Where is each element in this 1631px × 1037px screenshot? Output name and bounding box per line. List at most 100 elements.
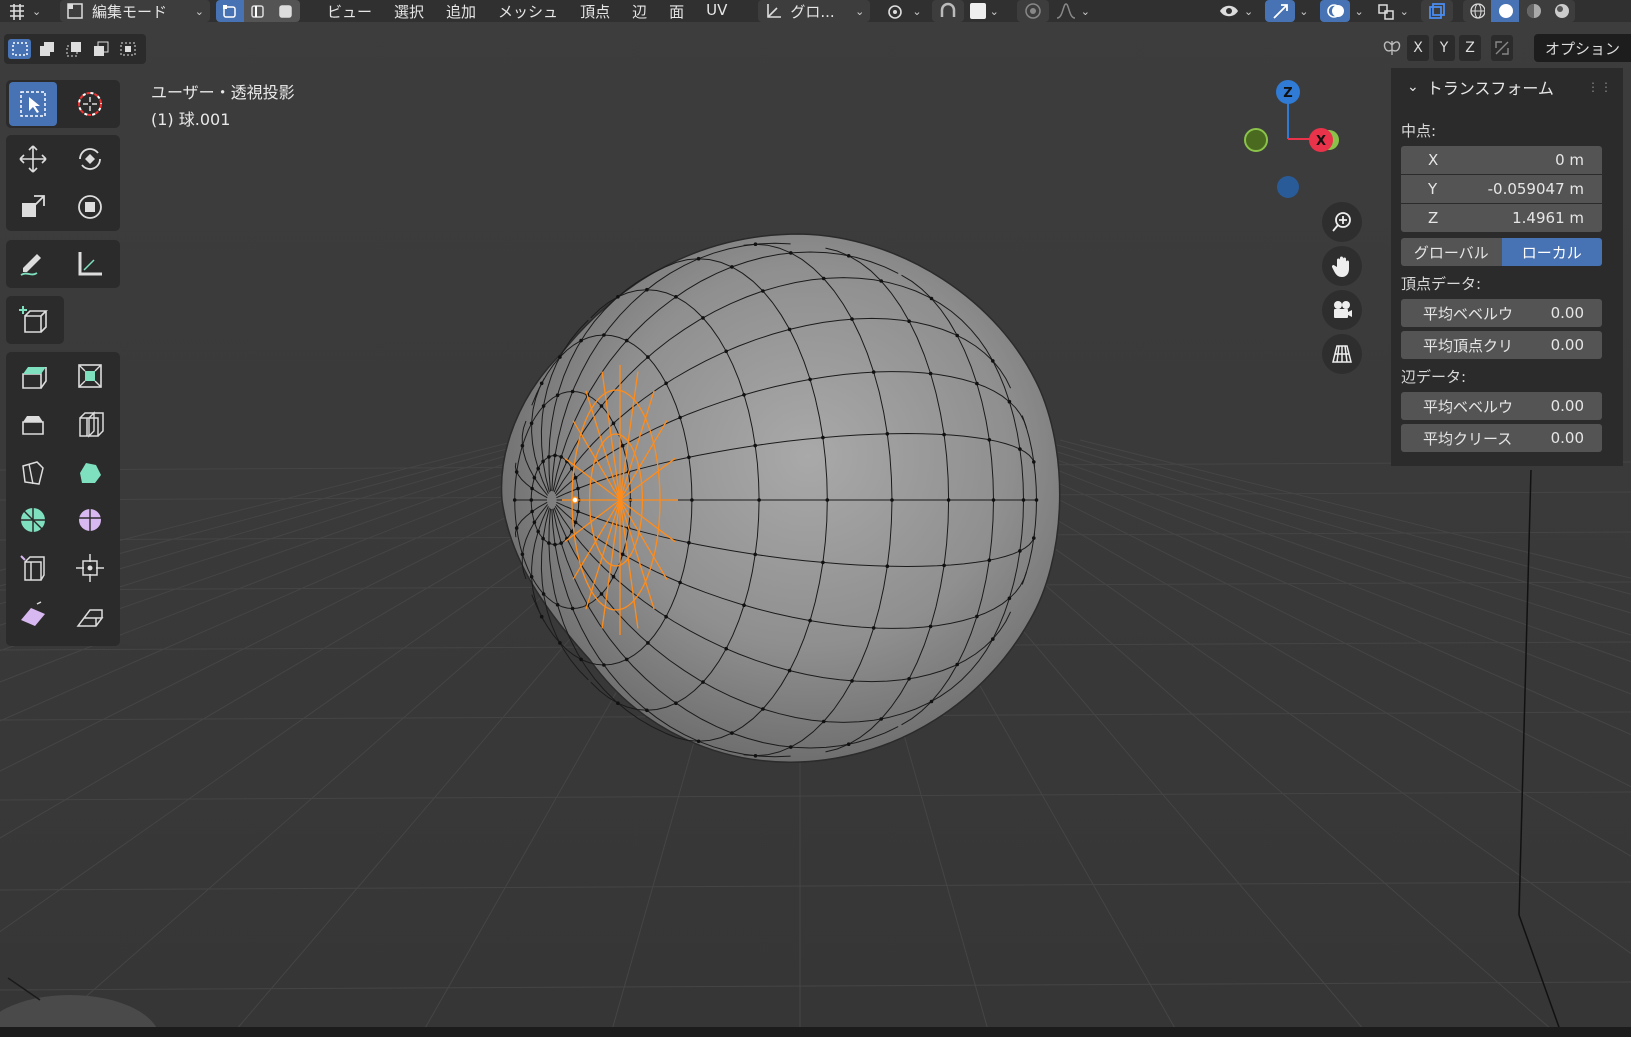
loop-cut-tool[interactable]: [66, 402, 114, 446]
chevron-down-icon[interactable]: ⌄: [1299, 5, 1308, 18]
vertex-crease-field[interactable]: 平均頂点クリ 0.00: [1401, 331, 1602, 359]
edge-slide-tool[interactable]: [9, 546, 57, 590]
material-shading-button[interactable]: [1518, 0, 1547, 22]
spin-tool[interactable]: [9, 498, 57, 542]
options-dropdown[interactable]: オプション: [1534, 34, 1631, 62]
edit-mode-icon: [67, 3, 83, 19]
shrink-fatten-tool[interactable]: [66, 546, 114, 590]
x-field-value: 0 m: [1555, 151, 1584, 169]
pan-view-button[interactable]: [1322, 246, 1362, 286]
edge-bevel-weight-field[interactable]: 平均ベベルウ 0.00: [1401, 392, 1602, 420]
median-z-field[interactable]: Z 1.4961 m: [1401, 204, 1602, 232]
editor-type-button[interactable]: ⌄: [0, 0, 52, 22]
menu-view[interactable]: ビュー: [316, 1, 383, 22]
poly-build-tool[interactable]: [66, 450, 114, 494]
sidebar-item-panel: ⌄ トランスフォーム ⋮⋮ 中点: X 0 m Y -0.059047 m Z 1.4…: [1391, 68, 1623, 466]
gizmo-x-label: X: [1316, 134, 1326, 149]
measure-tool[interactable]: [66, 242, 114, 286]
mesh-edit-overlay-dropdown[interactable]: ⌄: [1370, 0, 1415, 22]
median-y-field[interactable]: Y -0.059047 m: [1401, 175, 1602, 203]
select-invert-button[interactable]: [89, 39, 112, 59]
select-extend-button[interactable]: [35, 39, 58, 59]
menu-uv[interactable]: UV: [695, 1, 738, 22]
y-field-value: -0.059047 m: [1487, 180, 1584, 198]
chevron-down-icon[interactable]: ⌄: [1354, 5, 1363, 18]
camera-view-button[interactable]: [1322, 290, 1362, 330]
menu-mesh[interactable]: メッシュ: [487, 1, 569, 22]
mode-dropdown[interactable]: 編集モード ⌄: [60, 0, 210, 22]
header-menus: ビュー 選択 追加 メッシュ 頂点 辺 面 UV: [316, 1, 738, 22]
menu-vertex[interactable]: 頂点: [569, 1, 621, 22]
overlay-icon: [1327, 4, 1345, 18]
local-button[interactable]: ローカル: [1501, 238, 1602, 266]
menu-edge[interactable]: 辺: [621, 1, 658, 22]
zoom-view-button[interactable]: [1322, 202, 1362, 242]
mirror-x-button[interactable]: X: [1407, 35, 1429, 61]
mirror-z-button[interactable]: Z: [1459, 35, 1481, 61]
add-cube-tool[interactable]: [9, 298, 57, 342]
cursor-tool[interactable]: [66, 82, 114, 126]
menu-select[interactable]: 選択: [383, 1, 435, 22]
menu-add[interactable]: 追加: [435, 1, 487, 22]
median-x-field[interactable]: X 0 m: [1401, 146, 1602, 174]
falloff-dropdown[interactable]: ⌄: [1049, 0, 1096, 22]
topology-mirror-button[interactable]: [1491, 35, 1513, 61]
scale-tool[interactable]: [9, 185, 57, 229]
transform-tool[interactable]: [66, 185, 114, 229]
select-box-tool[interactable]: [9, 82, 57, 126]
extrude-tool[interactable]: [9, 354, 57, 398]
viewport-scene[interactable]: [0, 0, 1631, 1037]
solid-shading-button[interactable]: [1490, 0, 1519, 22]
drag-handle-icon[interactable]: ⋮⋮: [1587, 80, 1613, 94]
edge-bevel-weight-label: 平均ベベルウ: [1423, 397, 1514, 416]
3d-viewport[interactable]: ⌄ 編集モード ⌄ ビュー 選択 追加 メッシュ 頂点 辺 面 UV グロ...…: [0, 0, 1631, 1037]
bevel-tool[interactable]: [9, 402, 57, 446]
poly-build-icon: [80, 463, 101, 483]
xray-toggle[interactable]: [1420, 0, 1453, 22]
vertex-bevel-weight-field[interactable]: 平均ベベルウ 0.00: [1401, 299, 1602, 327]
annotate-tool[interactable]: [9, 242, 57, 286]
editor-type-icon: [10, 4, 24, 20]
shear-tool[interactable]: [9, 594, 57, 638]
inset-tool[interactable]: [66, 354, 114, 398]
move-tool[interactable]: [9, 137, 57, 181]
viewport-header: ⌄ 編集モード ⌄ ビュー 選択 追加 メッシュ 頂点 辺 面 UV グロ...…: [0, 0, 1631, 22]
x-field-label: X: [1428, 151, 1439, 169]
knife-tool[interactable]: [9, 450, 57, 494]
gizmo-toggle[interactable]: [1265, 0, 1296, 22]
median-label: 中点:: [1401, 122, 1437, 140]
pivot-point-button[interactable]: ⌄: [880, 0, 927, 22]
mirror-y-button[interactable]: Y: [1433, 35, 1455, 61]
face-select-button[interactable]: [272, 0, 300, 22]
rip-tool[interactable]: [66, 594, 114, 638]
rotate-tool[interactable]: [66, 137, 114, 181]
edge-select-button[interactable]: [244, 0, 272, 22]
edge-select-icon: [251, 5, 264, 18]
edge-crease-field[interactable]: 平均クリース 0.00: [1401, 424, 1602, 452]
extrude-icon: [22, 367, 47, 389]
scale-icon: [22, 195, 45, 217]
snap-toggle[interactable]: [931, 0, 964, 22]
rendered-shading-button[interactable]: [1546, 0, 1575, 22]
select-intersect-button[interactable]: [116, 39, 139, 59]
navigation-gizmo[interactable]: Z X: [1233, 76, 1353, 206]
wireframe-shading-button[interactable]: [1462, 0, 1491, 22]
global-button[interactable]: グローバル: [1401, 238, 1502, 266]
select-subtract-button[interactable]: [62, 39, 85, 59]
butterfly-mirror-icon[interactable]: [1381, 37, 1403, 59]
transform-orientation-dropdown[interactable]: グロ... ⌄: [758, 0, 871, 22]
overlay-toggle[interactable]: [1320, 0, 1351, 22]
bevel-icon: [22, 416, 44, 435]
visibility-dropdown[interactable]: ⌄: [1212, 0, 1259, 22]
snap-target-dropdown[interactable]: ⌄: [964, 0, 1005, 22]
select-invert-icon: [93, 41, 108, 56]
vertex-select-button[interactable]: [216, 0, 244, 22]
menu-face[interactable]: 面: [658, 1, 695, 22]
hand-icon: [1331, 256, 1349, 277]
transform-panel-header[interactable]: ⌄ トランスフォーム ⋮⋮: [1391, 74, 1623, 100]
proportional-edit-toggle[interactable]: [1016, 0, 1049, 22]
perspective-toggle-button[interactable]: [1322, 334, 1362, 374]
select-new-button[interactable]: [8, 39, 31, 59]
smooth-tool[interactable]: [66, 498, 114, 542]
select-extend-icon: [39, 42, 54, 56]
